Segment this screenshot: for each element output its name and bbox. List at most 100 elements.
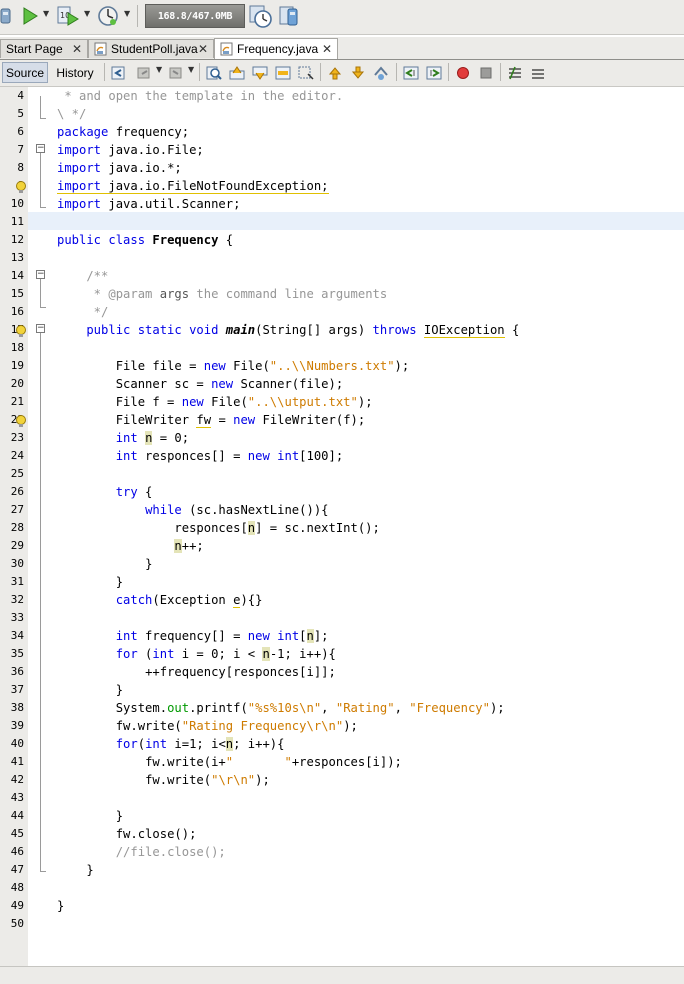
line-number: 34 [10, 629, 24, 642]
code-line: } [57, 899, 65, 913]
close-icon[interactable]: ✕ [322, 42, 332, 56]
code-line: } [115, 683, 124, 697]
code-line: } [115, 575, 124, 589]
code-line: import java.io.*; [57, 161, 182, 175]
run-icon[interactable] [20, 3, 40, 29]
toolbar-separator [396, 63, 397, 81]
code-line: responces[n] = sc.nextInt(); [174, 521, 380, 535]
previous-bookmark-icon[interactable] [327, 65, 343, 81]
forward-dropdown-icon[interactable]: ▼ [188, 65, 194, 74]
code-text: * and open the template in the editor. \… [57, 87, 684, 966]
code-line: Scanner sc = new Scanner(file); [57, 377, 344, 391]
uncomment-icon[interactable] [530, 65, 546, 81]
code-line: import java.io.FileNotFoundException; [57, 179, 329, 194]
line-number: 23 [10, 431, 24, 444]
close-icon[interactable]: ✕ [72, 42, 82, 56]
code-line: FileWriter fw = new FileWriter(f); [57, 413, 366, 428]
fold-toggle-icon[interactable]: − [36, 270, 45, 279]
shift-left-icon[interactable] [403, 65, 419, 81]
line-number: 16 [10, 305, 24, 318]
code-line: /** [57, 269, 109, 283]
warning-bulb-icon[interactable] [14, 324, 28, 338]
toggle-highlight-icon[interactable] [275, 65, 291, 81]
line-number: 8 [17, 161, 24, 174]
editor-toolbar: Source History ▼ ▼ [0, 60, 684, 87]
comment-icon[interactable] [507, 65, 523, 81]
code-line: File f = new File("..\\utput.txt"); [57, 395, 373, 409]
code-line: public static void main(String[] args) t… [57, 323, 520, 338]
memory-indicator[interactable]: 168.8/467.0MB [145, 4, 245, 28]
tab-studentpoll-java[interactable]: StudentPoll.java ✕ [88, 39, 214, 58]
close-icon[interactable]: ✕ [198, 42, 208, 56]
line-number: 6 [17, 125, 24, 138]
toolbar-separator [137, 5, 138, 27]
debug-dropdown-icon[interactable]: ▼ [84, 9, 90, 18]
code-line: File file = new File("..\\Numbers.txt"); [57, 359, 410, 373]
tab-frequency-java[interactable]: Frequency.java ✕ [214, 38, 338, 59]
fold-toggle-icon[interactable]: − [36, 324, 45, 333]
profile-icon[interactable] [96, 3, 120, 29]
back-icon[interactable] [136, 65, 152, 81]
code-line: * and open the template in the editor. [57, 89, 344, 103]
run-dropdown-icon[interactable]: ▼ [43, 9, 49, 18]
line-number: 38 [10, 701, 24, 714]
code-line: try { [115, 485, 153, 499]
tab-start-page[interactable]: Start Page ✕ [0, 39, 88, 58]
back-dropdown-icon[interactable]: ▼ [156, 65, 162, 74]
main-toolbar: ▼ 10 ▼ ▼ 168.8/467.0MB [0, 0, 684, 35]
code-line: import java.util.Scanner; [57, 197, 241, 211]
line-number: 25 [10, 467, 24, 480]
code-line: for (int i = 0; i < n-1; i++){ [115, 647, 336, 661]
fold-guide [40, 96, 41, 118]
line-number: 36 [10, 665, 24, 678]
fold-guide [40, 207, 46, 208]
code-line: } [145, 557, 153, 571]
shift-right-icon[interactable] [426, 65, 442, 81]
line-number: 12 [10, 233, 24, 246]
line-number: 11 [10, 215, 24, 228]
history-tab[interactable]: History [52, 62, 98, 83]
line-number: 21 [10, 395, 24, 408]
hammer-icon[interactable] [0, 3, 12, 29]
line-number: 41 [10, 755, 24, 768]
code-line: int frequency[] = new int[n]; [115, 629, 329, 643]
code-line: */ [57, 305, 109, 319]
start-macro-recording-icon[interactable] [455, 65, 471, 81]
fold-toggle-icon[interactable]: − [36, 144, 45, 153]
debug-icon[interactable]: 10 [55, 3, 81, 29]
profile-dropdown-icon[interactable]: ▼ [124, 9, 130, 18]
code-line: package frequency; [57, 125, 190, 139]
toolbar-separator [500, 63, 501, 81]
warning-bulb-icon[interactable] [14, 180, 28, 194]
gc-icon[interactable] [247, 3, 273, 29]
find-previous-icon[interactable] [229, 65, 245, 81]
line-number: 44 [10, 809, 24, 822]
source-tab[interactable]: Source [2, 62, 48, 83]
last-edit-icon[interactable] [111, 65, 127, 81]
code-line: int n = 0; [115, 431, 190, 445]
toolbar-separator [448, 63, 449, 81]
next-bookmark-icon[interactable] [350, 65, 366, 81]
line-number: 46 [10, 845, 24, 858]
line-number: 42 [10, 773, 24, 786]
find-icon[interactable] [206, 65, 222, 81]
code-line: public class Frequency { [57, 233, 234, 247]
forward-icon[interactable] [168, 65, 184, 81]
warning-bulb-icon[interactable] [14, 414, 28, 428]
line-number: 48 [10, 881, 24, 894]
rectangular-selection-icon[interactable] [298, 65, 314, 81]
line-number: 15 [10, 287, 24, 300]
find-next-icon[interactable] [252, 65, 268, 81]
line-number: 20 [10, 377, 24, 390]
line-number: 18 [10, 341, 24, 354]
code-line: for(int i=1; i<n; i++){ [115, 737, 285, 751]
toggle-bookmark-icon[interactable] [373, 65, 389, 81]
stop-macro-recording-icon[interactable] [478, 65, 494, 81]
line-number: 28 [10, 521, 24, 534]
fold-guide [40, 153, 41, 207]
line-number: 40 [10, 737, 24, 750]
line-number: 37 [10, 683, 24, 696]
profile-snapshot-icon[interactable] [277, 3, 303, 29]
line-number: 50 [10, 917, 24, 930]
line-number: 45 [10, 827, 24, 840]
